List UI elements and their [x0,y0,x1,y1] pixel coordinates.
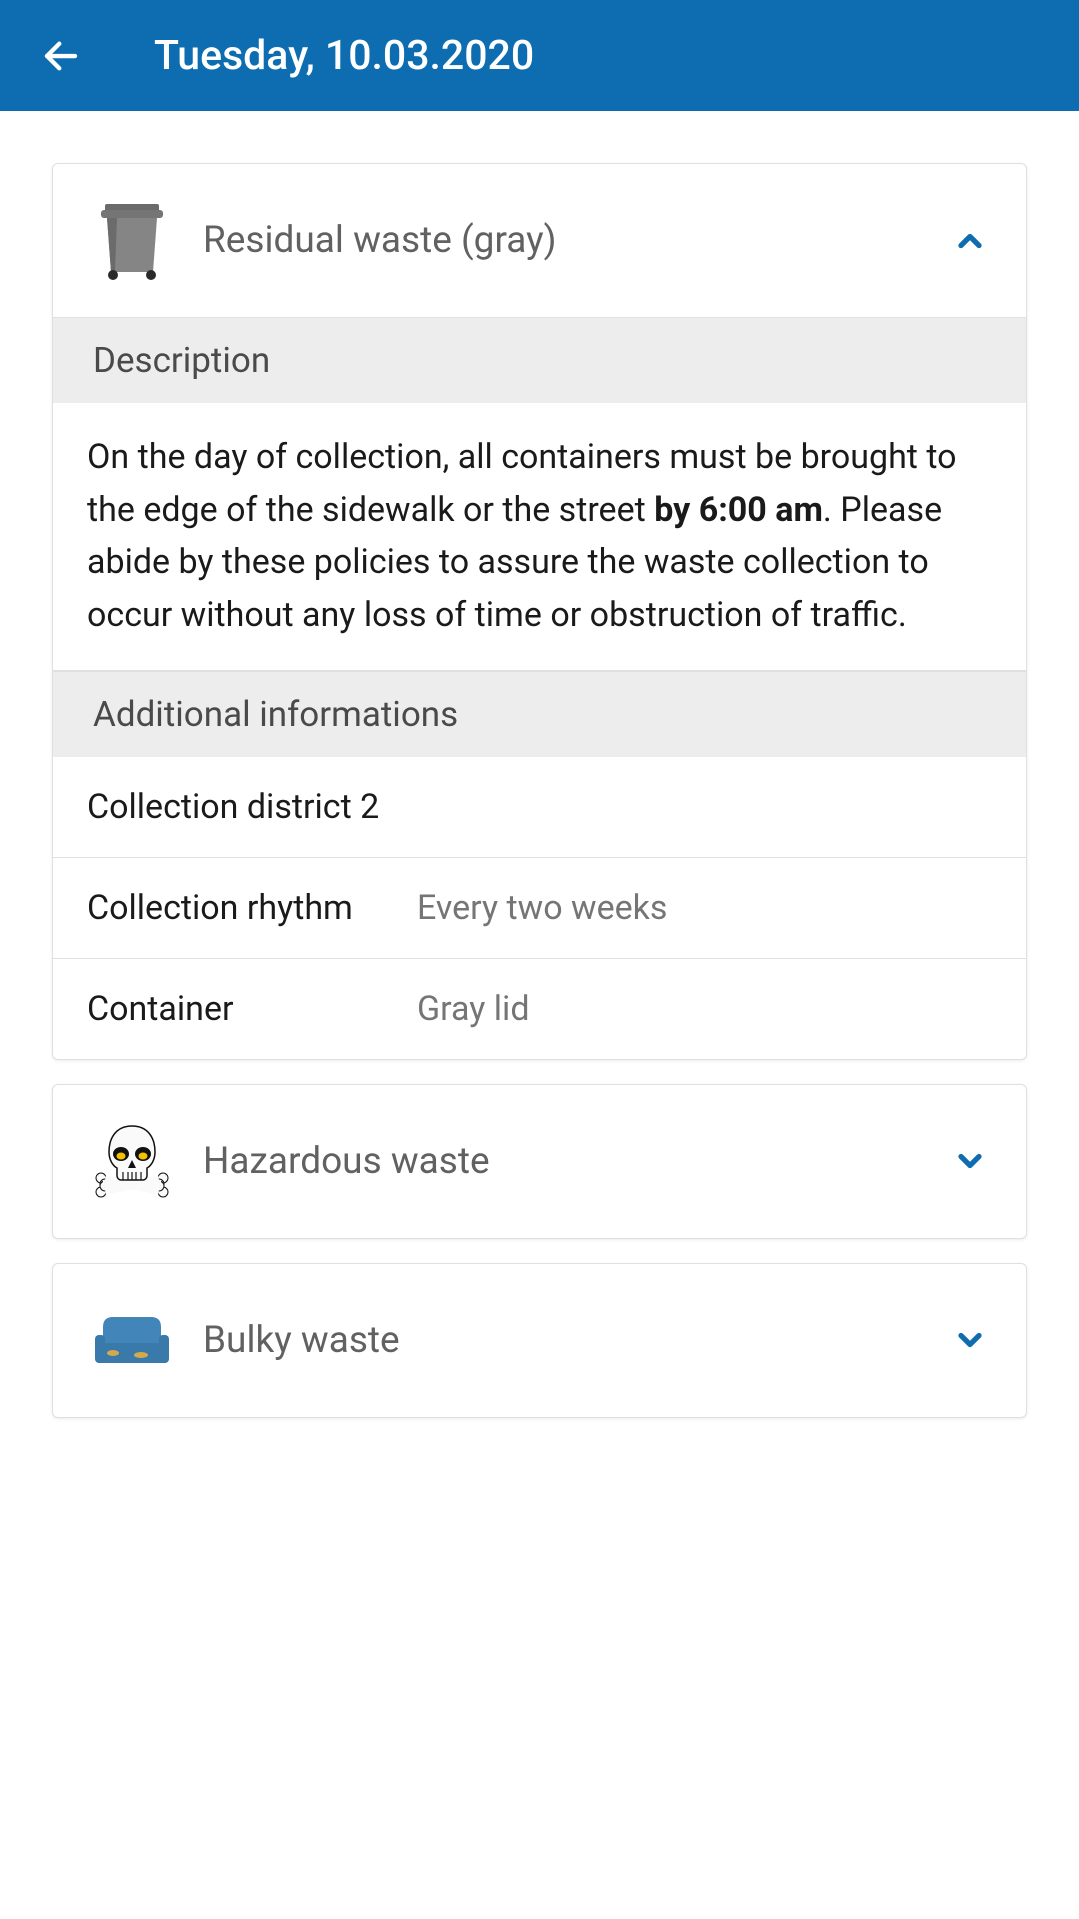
collection-rhythm-row: Collection rhythm Every two weeks [53,858,1026,959]
skull-crossbones-icon [91,1120,173,1202]
collection-district-value: Collection district 2 [87,787,379,827]
residual-waste-title: Residual waste (gray) [203,219,952,262]
chevron-down-icon [952,1143,988,1179]
container-row: Container Gray lid [53,959,1026,1059]
container-label: Container [87,989,417,1029]
bulky-waste-header[interactable]: Bulky waste [53,1264,1026,1417]
collection-rhythm-value: Every two weeks [417,888,667,928]
description-text: On the day of collection, all containers… [53,403,1026,671]
collection-rhythm-label: Collection rhythm [87,888,417,928]
hazardous-waste-title: Hazardous waste [203,1140,952,1183]
bulky-waste-card: Bulky waste [52,1263,1027,1418]
container-value: Gray lid [417,989,530,1029]
description-text-bold: by 6:00 am [654,490,823,530]
app-header: Tuesday, 10.03.2020 [0,0,1079,111]
chevron-up-icon [952,223,988,259]
content-area: Residual waste (gray) Description On the… [0,111,1079,1494]
collection-district-row: Collection district 2 [53,757,1026,858]
trash-bin-icon [91,200,173,282]
additional-info-section-header: Additional informations [53,671,1026,757]
residual-waste-card: Residual waste (gray) Description On the… [52,163,1027,1060]
arrow-left-icon [40,35,82,77]
back-button[interactable] [30,25,92,87]
residual-waste-header[interactable]: Residual waste (gray) [53,164,1026,317]
page-title: Tuesday, 10.03.2020 [154,32,534,80]
description-section-header: Description [53,317,1026,403]
hazardous-waste-card: Hazardous waste [52,1084,1027,1239]
hazardous-waste-header[interactable]: Hazardous waste [53,1085,1026,1238]
couch-icon [91,1299,173,1381]
chevron-down-icon [952,1322,988,1358]
bulky-waste-title: Bulky waste [203,1319,952,1362]
